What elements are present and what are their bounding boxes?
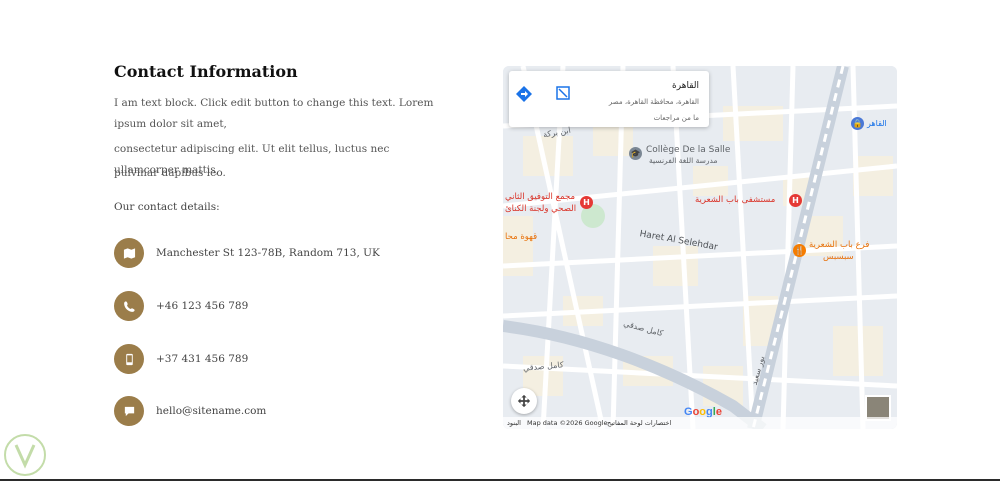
map-label-top-right: القاهر	[867, 119, 887, 128]
google-map[interactable]: القاهرة القاهرة، محافظة القاهرة، مصر ما …	[503, 66, 897, 429]
contact-item-email: hello@sitename.com	[114, 396, 266, 426]
school-pin-icon[interactable]: 🎓	[629, 147, 642, 160]
map-label-hospital-left: مجمع التوفيق الثاني	[505, 192, 576, 202]
map-footer: البنود Map data ©2026 Google اختصارات لو…	[503, 417, 897, 429]
map-terms-link[interactable]: البنود	[507, 419, 521, 427]
map-label-college: Collège De la Salle	[646, 145, 731, 155]
contact-details-label: Our contact details:	[114, 201, 220, 213]
map-label-hospital-right: مستشفى باب الشعرية	[695, 195, 776, 205]
map-data-text: Map data ©2026 Google	[527, 419, 608, 427]
map-label-restaurant2: سبسبس	[823, 252, 854, 262]
mobile-icon	[114, 344, 144, 374]
hospital-pin-right-icon[interactable]: H	[789, 194, 802, 207]
contact-title: Contact Information	[114, 62, 298, 81]
contact-phone-text: +46 123 456 789	[156, 300, 249, 312]
move-arrows-icon	[517, 394, 531, 408]
phone-icon	[114, 291, 144, 321]
contact-mobile-text: +37 431 456 789	[156, 353, 249, 365]
directions-icon[interactable]	[515, 85, 533, 103]
map-label-restaurant: فرع باب الشعرية	[809, 240, 870, 250]
map-keyboard-shortcuts[interactable]: اختصارات لوحة المفاتيح	[607, 419, 671, 427]
chat-icon	[114, 396, 144, 426]
hospital-pin-left-icon[interactable]: H	[580, 196, 593, 209]
restaurant-pin-icon[interactable]: 🍴	[793, 244, 806, 257]
map-card-subtitle: القاهرة، محافظة القاهرة، مصر	[608, 98, 699, 106]
map-icon	[114, 238, 144, 268]
contact-item-address: Manchester St 123-78B, Random 713, UK	[114, 238, 380, 268]
lock-pin-icon[interactable]: 🔒	[851, 117, 864, 130]
map-place-card: القاهرة القاهرة، محافظة القاهرة، مصر ما …	[509, 71, 709, 127]
expand-map-icon[interactable]	[555, 85, 571, 101]
contact-address-text: Manchester St 123-78B, Random 713, UK	[156, 247, 380, 259]
contact-paragraph-line3: pulvinar dapibus leo.	[114, 167, 226, 179]
map-card-reviews[interactable]: ما من مراجعات	[654, 114, 699, 122]
contact-item-mobile: +37 431 456 789	[114, 344, 248, 374]
map-move-control[interactable]	[511, 388, 537, 414]
contact-email-text: hello@sitename.com	[156, 405, 267, 417]
map-label-college-ar: مدرسة اللغة الفرنسية	[649, 156, 718, 165]
contact-item-phone: +46 123 456 789	[114, 291, 248, 321]
contact-paragraph-line1: I am text block. Click edit button to ch…	[114, 97, 434, 130]
watermark-logo-icon	[4, 434, 46, 476]
map-card-title: القاهرة	[672, 81, 699, 91]
map-label-cafe: قهوة محا	[505, 232, 538, 242]
map-label-hospital-left2: الصحي ولجنة الكنائ	[505, 204, 577, 214]
